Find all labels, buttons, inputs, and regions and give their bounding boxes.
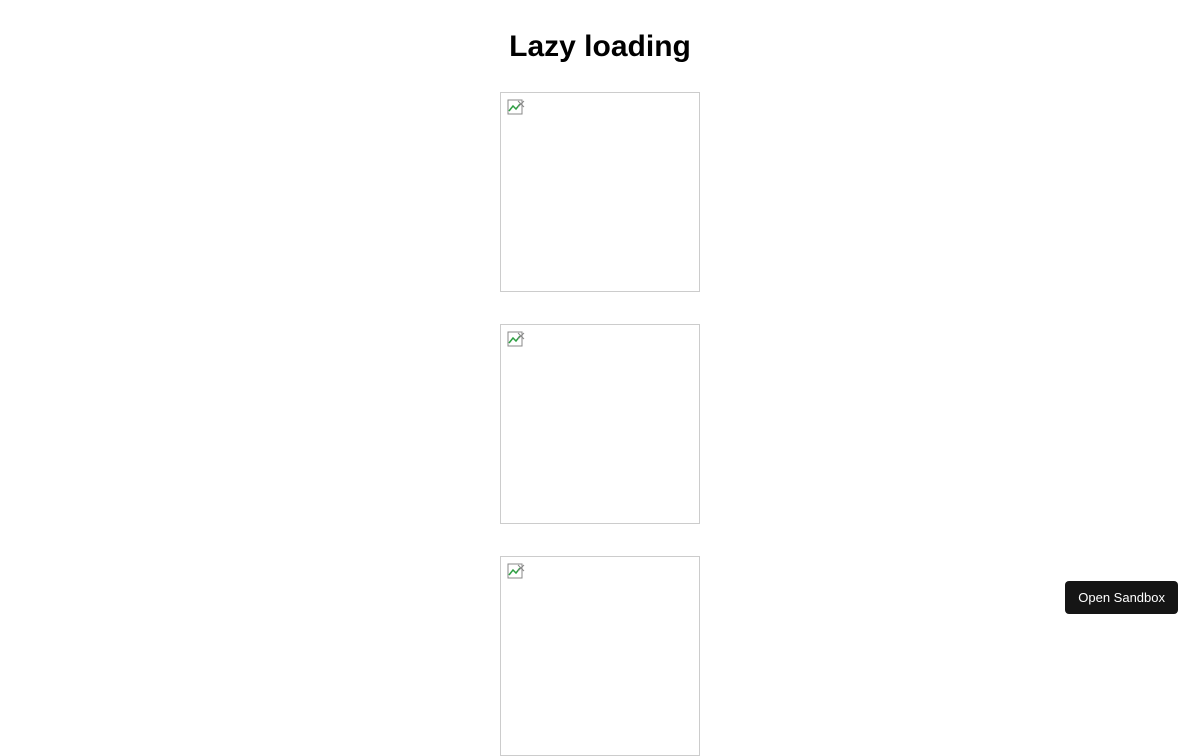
image-placeholder (500, 556, 700, 756)
image-placeholder (500, 92, 700, 292)
image-placeholder (500, 324, 700, 524)
broken-image-icon (507, 99, 525, 117)
open-sandbox-button[interactable]: Open Sandbox (1065, 581, 1178, 614)
page-title: Lazy loading (509, 30, 691, 64)
image-list (500, 92, 700, 756)
broken-image-icon (507, 331, 525, 349)
main-container: Lazy loading (0, 0, 1200, 756)
broken-image-icon (507, 563, 525, 581)
